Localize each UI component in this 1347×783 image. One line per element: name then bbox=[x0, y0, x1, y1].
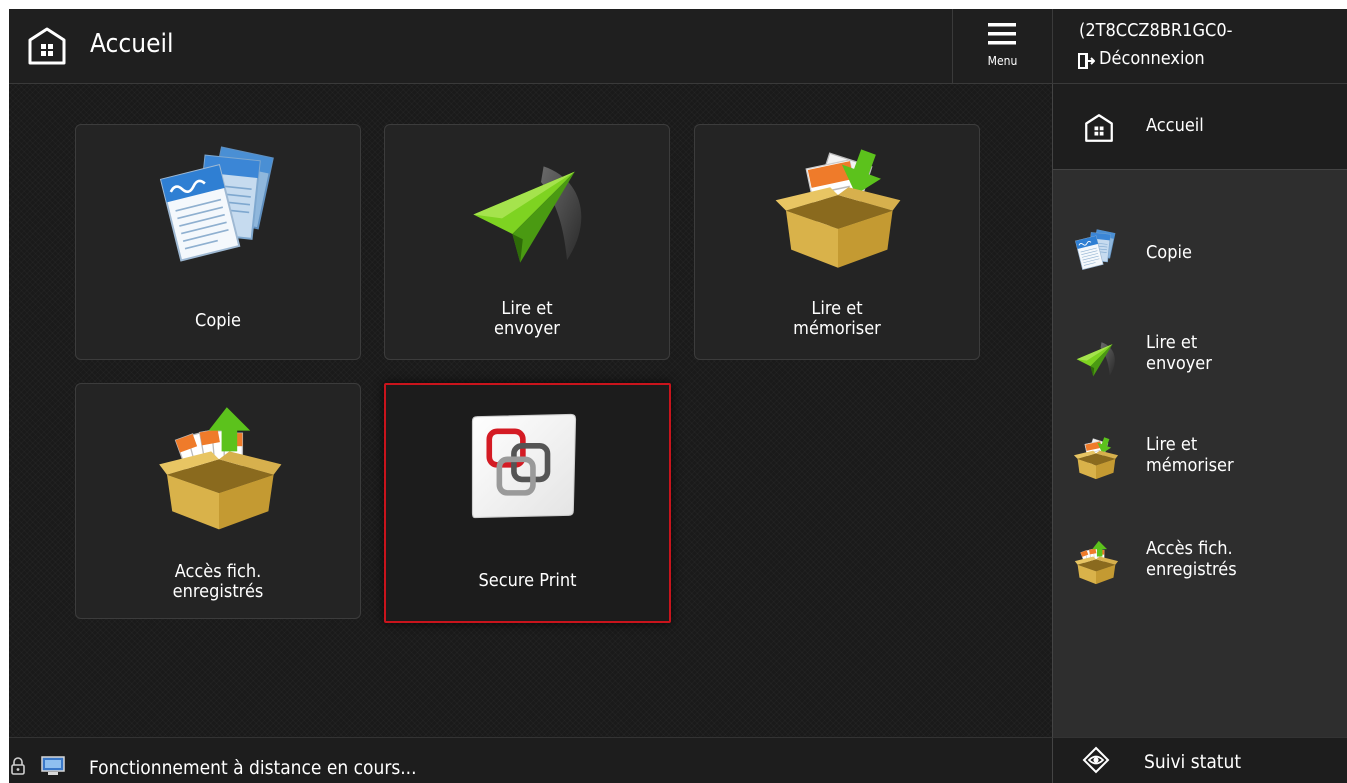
sidebar-item-access-stored-files[interactable]: Accès fich. enregistrés bbox=[1053, 535, 1347, 595]
tile-secure-print[interactable]: Secure Print bbox=[384, 383, 671, 623]
menu-button[interactable]: Menu bbox=[952, 9, 1052, 84]
secure-print-icon bbox=[468, 410, 580, 522]
tile-access-stored-files[interactable]: Accès fich. enregistrés bbox=[75, 383, 361, 619]
status-monitor-label: Suivi statut bbox=[1144, 751, 1242, 773]
stored-files-box-icon bbox=[154, 402, 284, 532]
status-bar: Fonctionnement à distance en cours... bbox=[9, 737, 1052, 783]
tile-label: Copie bbox=[195, 310, 241, 331]
menu-label: Menu bbox=[987, 54, 1018, 68]
tile-scan-and-store[interactable]: Lire et mémoriser bbox=[694, 124, 980, 360]
lock-icon bbox=[11, 757, 25, 775]
user-name: (2T8CCZ8BR1GC0- bbox=[1079, 20, 1233, 41]
tile-copy[interactable]: Copie bbox=[75, 124, 361, 360]
logout-icon bbox=[1078, 53, 1095, 69]
status-monitor-button[interactable]: Suivi statut bbox=[1052, 737, 1347, 783]
stored-files-box-icon bbox=[1073, 539, 1119, 585]
home-icon bbox=[1084, 113, 1114, 143]
sidebar-item-label: Copie bbox=[1146, 242, 1192, 263]
user-info: (2T8CCZ8BR1GC0- Déconnexion bbox=[1052, 9, 1347, 84]
store-box-icon bbox=[1073, 435, 1119, 481]
tile-label: Secure Print bbox=[478, 570, 577, 591]
status-monitor-icon bbox=[1082, 746, 1110, 774]
shortcut-panel: Accueil Copie Lire et envoyer Lire et mé… bbox=[1052, 84, 1347, 737]
device-screen: Accueil Menu Copie Lire et envoyer Lire … bbox=[9, 9, 1347, 783]
hamburger-menu-icon bbox=[988, 23, 1016, 45]
paper-plane-icon bbox=[1073, 334, 1119, 380]
sidebar-item-label: Lire et mémoriser bbox=[1146, 434, 1234, 476]
sidebar-item-home[interactable]: Accueil bbox=[1053, 84, 1347, 170]
sidebar-item-scan-and-send[interactable]: Lire et envoyer bbox=[1053, 326, 1347, 386]
top-bar: Accueil Menu bbox=[9, 9, 1052, 84]
copy-icon bbox=[1073, 228, 1119, 274]
tile-label: Accès fich. enregistrés bbox=[172, 561, 264, 602]
home-icon bbox=[27, 26, 67, 66]
status-message: Fonctionnement à distance en cours... bbox=[89, 757, 417, 779]
logout-label: Déconnexion bbox=[1099, 48, 1205, 69]
sidebar-item-scan-and-store[interactable]: Lire et mémoriser bbox=[1053, 431, 1347, 491]
tile-label: Lire et envoyer bbox=[494, 298, 560, 339]
sidebar-item-label: Accès fich. enregistrés bbox=[1146, 538, 1237, 580]
sidebar-item-label: Lire et envoyer bbox=[1146, 332, 1212, 374]
remote-monitor-icon bbox=[41, 756, 65, 775]
paper-plane-icon bbox=[463, 143, 593, 273]
home-tiles-area: Copie Lire et envoyer Lire et mémoriser … bbox=[9, 84, 1052, 737]
tile-scan-and-send[interactable]: Lire et envoyer bbox=[384, 124, 670, 360]
copy-icon bbox=[154, 143, 284, 273]
sidebar-item-label: Accueil bbox=[1146, 115, 1204, 136]
sidebar-item-copy[interactable]: Copie bbox=[1053, 222, 1347, 282]
page-title: Accueil bbox=[90, 29, 174, 59]
tile-label: Lire et mémoriser bbox=[793, 298, 881, 339]
store-box-icon bbox=[773, 143, 903, 273]
